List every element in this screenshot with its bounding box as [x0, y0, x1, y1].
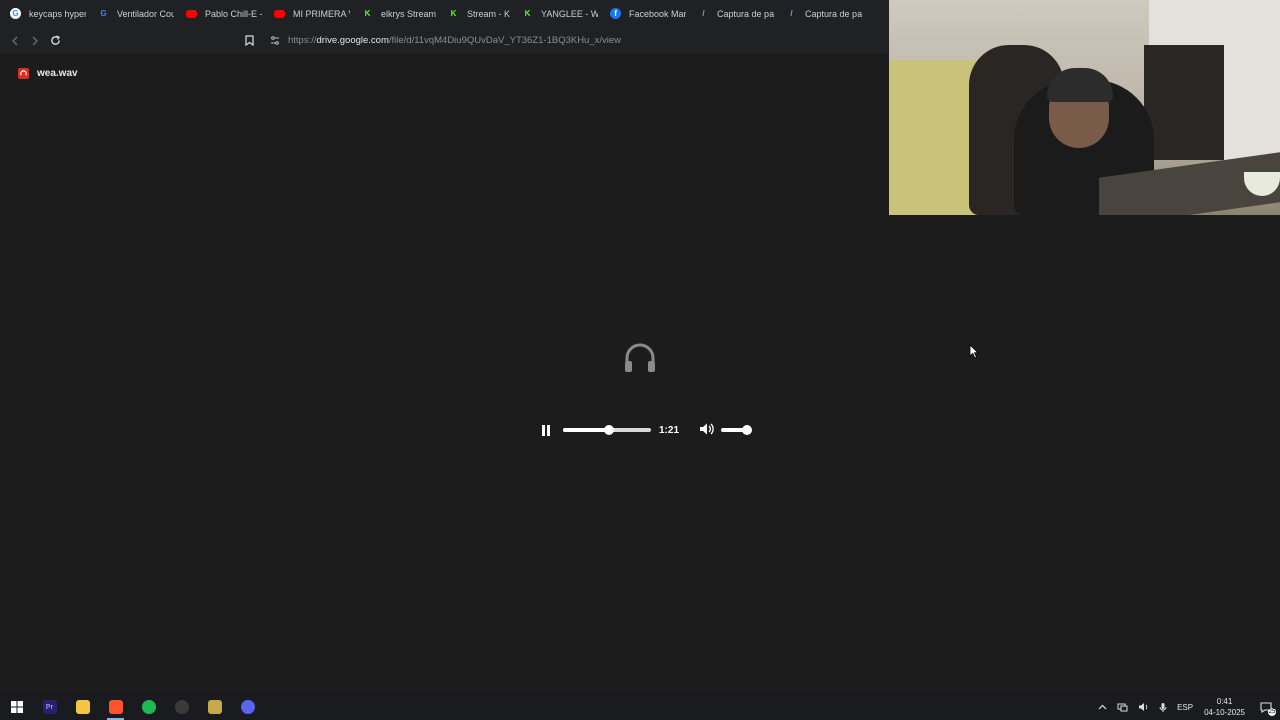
youtube-icon	[186, 9, 197, 18]
bookmark-item[interactable]: G Ventilador Cou	[96, 0, 184, 27]
chevron-right-icon	[32, 36, 38, 45]
google-lens-icon: G	[100, 9, 107, 18]
chevron-left-icon	[12, 36, 18, 45]
url-text[interactable]: https://drive.google.com/file/d/11vqM4Di…	[288, 35, 621, 46]
bookmark-icon[interactable]	[245, 35, 254, 46]
notification-badge: 25	[1268, 707, 1276, 716]
facebook-icon: f	[610, 8, 622, 19]
obs-icon	[174, 700, 189, 714]
forward-button[interactable]	[25, 31, 45, 51]
microphone-icon[interactable]	[1159, 702, 1167, 713]
pause-icon	[542, 424, 545, 436]
seek-progress	[563, 428, 609, 432]
kick-icon: K	[364, 9, 371, 18]
bookmark-label: Facebook Mark	[629, 8, 687, 19]
bookmark-label: MI PRIMERA VE	[293, 8, 350, 19]
premiere-pro-icon: Pr	[42, 700, 57, 714]
bookmark-item[interactable]: MI PRIMERA VE	[272, 0, 360, 27]
taskbar-app[interactable]	[165, 694, 198, 720]
taskbar-app[interactable]	[132, 694, 165, 720]
discord-icon	[240, 700, 255, 714]
url-prefix: https://	[288, 35, 317, 46]
youtube-icon	[274, 9, 285, 18]
bookmark-label: Pablo Chill-E -	[205, 8, 262, 19]
speaker-icon	[700, 423, 714, 435]
bookmark-label: Stream - K	[467, 8, 511, 19]
kick-icon: K	[450, 9, 457, 18]
back-button[interactable]	[5, 31, 25, 51]
site-settings-icon[interactable]	[270, 36, 280, 45]
bookmark-item[interactable]: Pablo Chill-E -	[184, 0, 272, 27]
volume-icon[interactable]	[1138, 702, 1149, 712]
file-explorer-icon	[75, 700, 90, 714]
notifications-icon[interactable]: 25	[1260, 701, 1276, 716]
bookmark-item[interactable]: / Captura de pan	[696, 0, 784, 27]
chevron-up-icon[interactable]	[1098, 704, 1107, 710]
mouse-cursor-icon	[969, 344, 979, 359]
brave-browser-icon	[108, 700, 123, 714]
app-label: Pr	[45, 703, 54, 711]
bookmark-label: elkrys Stream	[381, 8, 437, 19]
bookmark-item[interactable]: K YANGLEE - Wat	[520, 0, 608, 27]
reload-icon	[50, 35, 60, 45]
language-indicator[interactable]: ESP	[1177, 703, 1193, 712]
current-time: 1:21	[659, 424, 680, 436]
pause-button[interactable]	[538, 422, 554, 438]
webcam-overlay	[889, 0, 1280, 215]
bookmark-label: YANGLEE - Wat	[541, 8, 599, 19]
system-tray: ESP 0:41 04-10-2025 25	[1093, 694, 1280, 720]
network-icon[interactable]	[1117, 702, 1128, 712]
reload-button[interactable]	[45, 31, 65, 51]
bookmark-label: keycaps hyperx	[29, 8, 86, 19]
pen-icon: /	[702, 9, 705, 18]
bookmark-item[interactable]: K Stream - K	[446, 0, 520, 27]
clock-time: 0:41	[1216, 697, 1233, 706]
bookmark-item[interactable]: Gkeycaps hyperx	[8, 0, 96, 27]
seek-handle[interactable]	[603, 425, 614, 435]
google-icon: G	[10, 8, 21, 19]
bookmark-item[interactable]: f Facebook Mark	[608, 0, 696, 27]
url-host: drive.google.com	[316, 35, 389, 46]
audio-file-icon	[18, 68, 29, 79]
volume-handle[interactable]	[742, 425, 753, 435]
taskbar-app[interactable]	[0, 694, 33, 720]
pen-icon: /	[790, 9, 793, 18]
url-path: /file/d/11vqM4Diu9QUvDaV_YT36Z1-1BQ3KHu_…	[388, 35, 622, 46]
seek-slider[interactable]	[563, 425, 651, 435]
clock-date: 04-10-2025	[1204, 708, 1245, 717]
file-name: wea.wav	[37, 68, 78, 79]
taskbar-app[interactable]	[231, 694, 264, 720]
spotify-icon	[141, 700, 156, 714]
windows-taskbar: Pr ESP 0:41 04-10-2025 25	[0, 694, 1280, 720]
audio-player: 1:21	[538, 420, 753, 440]
bookmark-label: Captura de pan	[805, 8, 863, 19]
taskbar-app[interactable]: Pr	[33, 694, 66, 720]
windows-start-icon	[10, 700, 24, 714]
bookmark-item[interactable]: Kelkrys Stream	[360, 0, 446, 27]
bookmark-label: Captura de pan	[717, 8, 775, 19]
address-bar[interactable]: https://drive.google.com/file/d/11vqM4Di…	[245, 30, 621, 51]
kick-icon: K	[524, 9, 531, 18]
clock[interactable]: 0:41 04-10-2025	[1204, 696, 1245, 718]
volume-button[interactable]	[699, 422, 715, 438]
bookmark-item[interactable]: / Captura de pan	[784, 0, 872, 27]
taskbar-app[interactable]	[99, 694, 132, 720]
headphones-icon	[622, 340, 658, 381]
bookmark-label: Ventilador Cou	[117, 8, 174, 19]
file-title: wea.wav	[18, 68, 78, 79]
taskbar-app[interactable]	[66, 694, 99, 720]
league-of-legends-icon	[207, 700, 222, 714]
taskbar-app[interactable]	[198, 694, 231, 720]
volume-slider[interactable]	[721, 425, 753, 435]
